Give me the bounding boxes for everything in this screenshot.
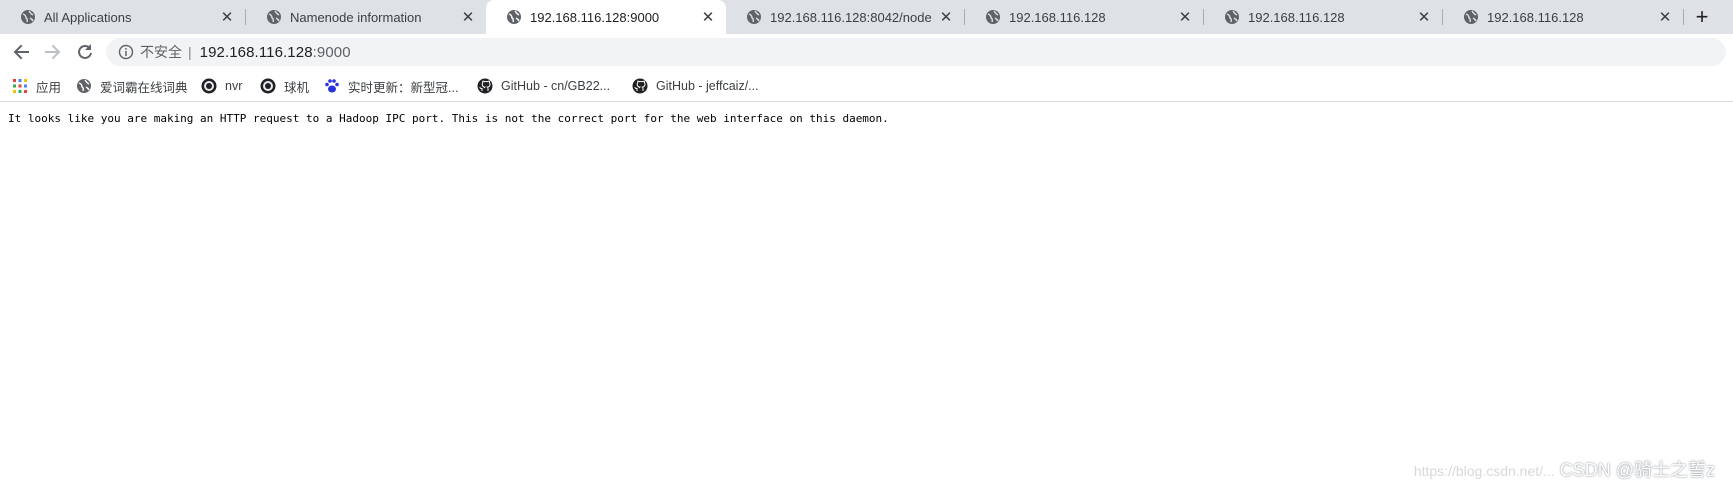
bookmark-label: 实时更新：新型冠... [348, 80, 459, 95]
tab-title: 192.168.116.128 [1009, 9, 1106, 25]
bookmark-label: GitHub - cn/GB22... [501, 79, 611, 93]
globe-icon [1225, 10, 1239, 24]
bookmark-apps[interactable]: 应用 [12, 76, 61, 96]
github-icon [632, 78, 648, 94]
tab-strip: All Applications ✕ Namenode information … [0, 0, 1733, 34]
tab-host-1[interactable]: 192.168.116.128 ✕ [965, 0, 1203, 34]
globe-icon [986, 10, 1000, 24]
bookmark-github-jeffcaiz[interactable]: GitHub - jeffcaiz/... [632, 76, 759, 96]
forward-arrow-icon [45, 44, 61, 60]
tab-title: All Applications [44, 9, 132, 25]
watermark-url: https://blog.csdn.net/... [1413, 463, 1555, 479]
globe-icon [747, 10, 761, 24]
tab-title: Namenode information [290, 9, 422, 25]
back-arrow-icon [13, 44, 29, 60]
globe-icon [1464, 10, 1478, 24]
tab-8042-node[interactable]: 192.168.116.128:8042/node ✕ [726, 0, 964, 34]
watermark-text: CSDN @骑士之誓z [1559, 460, 1715, 480]
baidu-paw-icon [325, 79, 339, 93]
navigation-toolbar: 不安全 | 192.168.116.128:9000 [0, 34, 1733, 70]
camera-icon [260, 78, 276, 94]
bookmark-label: 应用 [36, 80, 62, 95]
back-button[interactable] [9, 40, 33, 64]
tab-title: 192.168.116.128 [1248, 9, 1345, 25]
tab-host-2[interactable]: 192.168.116.128 ✕ [1204, 0, 1442, 34]
tab-title: 192.168.116.128 [1487, 9, 1584, 25]
close-icon[interactable]: ✕ [938, 9, 954, 26]
tab-title: 192.168.116.128:9000 [530, 9, 660, 25]
forward-button[interactable] [41, 40, 65, 64]
bookmark-label: nvr [225, 79, 243, 93]
url-host: 192.168.116.128 [199, 43, 313, 61]
url-port: :9000 [312, 43, 351, 61]
bookmarks-bar: 应用 爱词霸在线词典 nvr 球机 实时更新：新型冠... GitHub - c… [0, 70, 1733, 102]
bookmark-label: GitHub - jeffcaiz/... [656, 79, 759, 93]
close-icon[interactable]: ✕ [1177, 9, 1193, 26]
globe-icon [21, 10, 35, 24]
address-divider: | [188, 44, 192, 60]
bookmark-label: 爱词霸在线词典 [100, 80, 188, 95]
tab-title: 192.168.116.128:8042/node [770, 9, 932, 25]
bookmark-covid-updates[interactable]: 实时更新：新型冠... [324, 76, 458, 96]
globe-icon [77, 79, 91, 93]
reload-icon [78, 44, 92, 59]
apps-grid-icon [13, 79, 27, 93]
tab-namenode-information[interactable]: Namenode information ✕ [246, 0, 486, 34]
bookmark-nvr[interactable]: nvr [201, 76, 242, 96]
info-icon[interactable] [118, 44, 134, 60]
tab-divider [1683, 9, 1684, 25]
url-text[interactable]: 192.168.116.128:9000 [200, 44, 351, 61]
github-icon [477, 78, 493, 94]
close-icon[interactable]: ✕ [1416, 9, 1432, 26]
bookmark-iciba[interactable]: 爱词霸在线词典 [76, 76, 188, 96]
security-label[interactable]: 不安全 [140, 42, 182, 62]
address-bar[interactable]: 不安全 | 192.168.116.128:9000 [106, 38, 1726, 66]
camera-icon [201, 78, 217, 94]
tab-all-applications[interactable]: All Applications ✕ [0, 0, 245, 34]
bookmark-github-gb22[interactable]: GitHub - cn/GB22... [477, 76, 610, 96]
close-icon[interactable]: ✕ [1657, 9, 1673, 26]
close-icon[interactable]: ✕ [460, 9, 476, 26]
close-icon[interactable]: ✕ [700, 9, 716, 26]
bookmark-dome-camera[interactable]: 球机 [260, 76, 309, 96]
reload-button[interactable] [73, 40, 97, 64]
close-icon[interactable]: ✕ [219, 9, 235, 26]
watermark: https://blog.csdn.net/... CSDN @骑士之誓z [1414, 456, 1715, 482]
globe-icon [267, 10, 281, 24]
bookmark-label: 球机 [284, 80, 310, 95]
new-tab-button[interactable]: + [1690, 4, 1714, 29]
tab-host-3[interactable]: 192.168.116.128 ✕ [1443, 0, 1683, 34]
page-message: It looks like you are making an HTTP req… [8, 112, 889, 125]
tab-active-9000[interactable]: 192.168.116.128:9000 ✕ [486, 0, 726, 34]
globe-icon [507, 10, 521, 24]
